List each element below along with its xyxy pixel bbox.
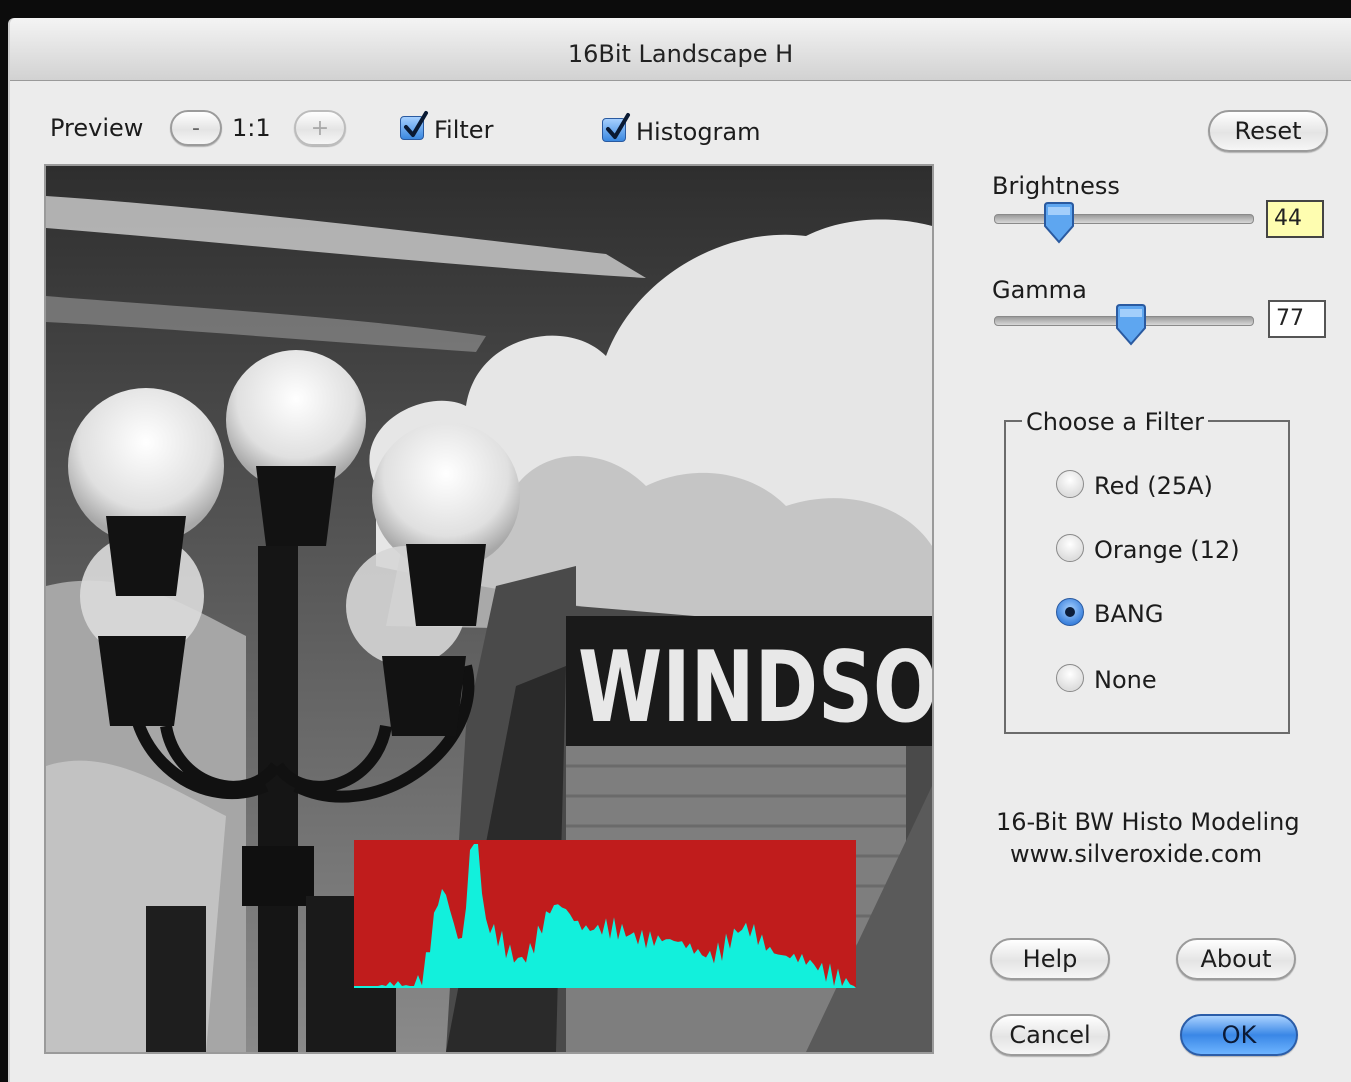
preview-image: WINDSO	[44, 164, 934, 1054]
gamma-label: Gamma	[992, 276, 1087, 304]
zoom-in-button[interactable]: +	[294, 110, 346, 146]
window-title: 16Bit Landscape H	[567, 40, 794, 68]
brightness-slider-track[interactable]	[994, 214, 1254, 224]
zoom-level: 1:1	[232, 114, 271, 142]
radio-red-25a-label[interactable]: Red (25A)	[1094, 472, 1213, 500]
brightness-value-field[interactable]: 44	[1266, 200, 1324, 238]
filter-label[interactable]: Filter	[434, 116, 493, 144]
zoom-out-button[interactable]: -	[170, 110, 222, 146]
ok-button[interactable]: OK	[1180, 1014, 1298, 1056]
radio-bang[interactable]	[1056, 598, 1084, 626]
cancel-button[interactable]: Cancel	[990, 1014, 1110, 1056]
reset-button[interactable]: Reset	[1208, 110, 1328, 152]
radio-orange-12-label[interactable]: Orange (12)	[1094, 536, 1240, 564]
preview-label: Preview	[50, 114, 144, 142]
help-button[interactable]: Help	[990, 938, 1110, 980]
histogram-overlay	[354, 840, 856, 988]
histogram-label[interactable]: Histogram	[636, 118, 761, 146]
brightness-slider-thumb[interactable]	[1042, 202, 1076, 244]
title-bar[interactable]: 16Bit Landscape H	[10, 18, 1351, 81]
filter-group-title: Choose a Filter	[1022, 408, 1209, 436]
website-text: www.silveroxide.com	[1010, 840, 1263, 868]
histogram-checkbox[interactable]	[602, 113, 630, 142]
windsor-sign: WINDSO	[578, 631, 932, 745]
checkmark-icon	[404, 111, 428, 137]
radio-none-label[interactable]: None	[1094, 666, 1157, 694]
radio-red-25a[interactable]	[1056, 470, 1084, 498]
gamma-slider-thumb[interactable]	[1114, 304, 1148, 346]
checkmark-icon	[606, 113, 630, 139]
about-button[interactable]: About	[1176, 938, 1296, 980]
brightness-label: Brightness	[992, 172, 1120, 200]
plugin-dialog: 16Bit Landscape H Preview - 1:1 + Filter…	[10, 18, 1351, 1082]
radio-none[interactable]	[1056, 664, 1084, 692]
plugin-name-text: 16-Bit BW Histo Modeling	[996, 808, 1300, 836]
radio-bang-label[interactable]: BANG	[1094, 600, 1163, 628]
filter-checkbox[interactable]	[400, 111, 428, 140]
radio-orange-12[interactable]	[1056, 534, 1084, 562]
gamma-value-field[interactable]: 77	[1268, 300, 1326, 338]
